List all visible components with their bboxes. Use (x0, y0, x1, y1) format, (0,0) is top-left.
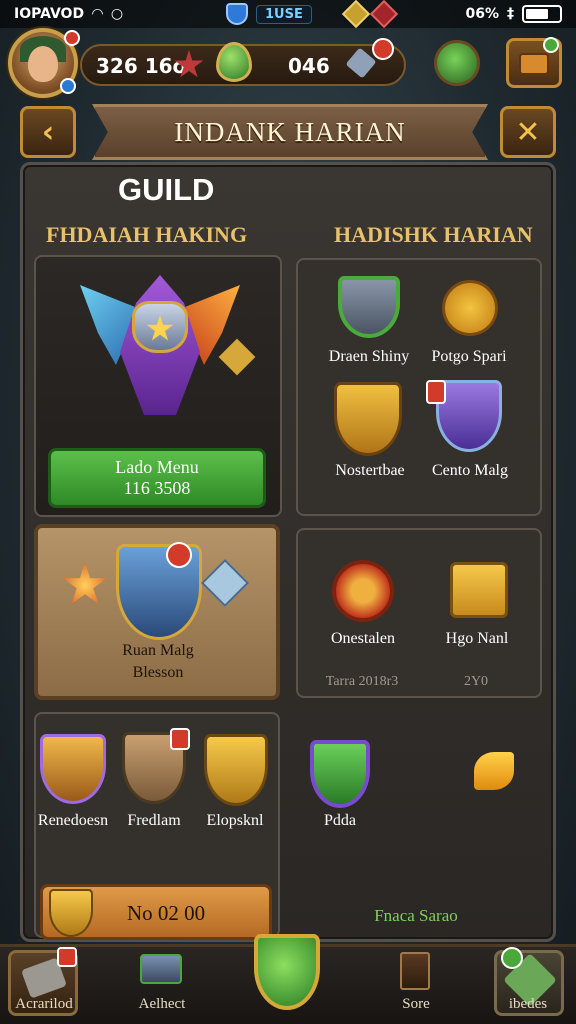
status-center-text: 1USE (256, 4, 312, 24)
gem-shop-button[interactable] (434, 40, 480, 86)
winged-crest-icon (80, 265, 240, 425)
bottom-right-footer: Fnaca Sarao (374, 906, 458, 925)
tools-badge (501, 947, 523, 969)
gold-coin-icon[interactable] (442, 280, 498, 336)
bottom-label-2: Fredlam (127, 812, 181, 829)
close-icon: ✕ (515, 114, 541, 150)
nav-label-4: Sore (402, 996, 430, 1012)
chevron-left-icon: ‹ (41, 114, 55, 150)
chest-icon (519, 53, 549, 75)
book-icon (400, 952, 430, 990)
resource-bar: 326 16o 046 (80, 38, 406, 86)
gold-piece-icon[interactable] (474, 752, 514, 790)
bottom-label-1: Renedoesn (37, 812, 109, 829)
bottom-label-3: Elopsknl (206, 812, 264, 829)
guild-label: GUILD (118, 172, 215, 207)
notification-badge (64, 30, 80, 46)
nav-label-5: ibedes (508, 996, 548, 1012)
left-section-title: FHDAIAH HAKING (46, 222, 248, 247)
page-title: INDANK HARIAN (174, 116, 406, 147)
wifi-icon: ◠ (92, 6, 103, 22)
bottom-right-label: Pdda (324, 812, 356, 829)
chest-badge (543, 37, 559, 53)
golden-chest-icon[interactable] (450, 562, 508, 618)
title-banner: INDANK HARIAN (92, 104, 488, 160)
signal-icon: ‡ (507, 6, 514, 22)
status-bar: IOPAVOD ◠ ○ 1USE 06% ‡ (0, 0, 576, 29)
reward-label-2: Potgo Spari (431, 348, 507, 365)
resource-value-secondary: 046 (288, 54, 330, 78)
right-section-title: HADISHK HARIAN (334, 222, 533, 247)
mid-footer-left: Tarra 2018r3 (325, 674, 399, 689)
green-gem-icon[interactable] (216, 42, 252, 82)
level-badge (60, 78, 76, 94)
add-resource-badge[interactable] (372, 38, 394, 60)
gold-gem-icon (341, 0, 371, 29)
reward-label-4: Cento Malg (432, 462, 508, 479)
mid-footer-right: 2Y0 (463, 674, 489, 689)
hero-badge (166, 542, 192, 568)
battery-percent: 06% (465, 6, 499, 22)
staff-badge (170, 728, 190, 750)
anvil-icon (140, 954, 182, 984)
carrier-text: IOPAVOD (14, 6, 85, 22)
chest-button[interactable] (506, 37, 562, 88)
player-avatar[interactable] (8, 28, 80, 98)
mid-label-1: Onestalen (331, 630, 395, 647)
gold-shield-icon (49, 889, 93, 937)
nav-label-2: Aelhect (138, 996, 186, 1012)
claim-button-value: 116 3508 (123, 478, 191, 498)
resource-value-primary: 326 16o (96, 54, 187, 78)
close-button[interactable]: ✕ (500, 106, 556, 158)
red-gem-icon (369, 0, 399, 29)
purchase-button-label: No 02 00 (127, 901, 206, 925)
red-emblem-icon[interactable] (332, 560, 394, 622)
purchase-button[interactable]: No 02 00 (40, 884, 272, 940)
reward-label-3: Nostertbae (335, 462, 405, 479)
new-badge (426, 380, 446, 404)
back-button[interactable]: ‹ (20, 106, 76, 158)
claim-button-label: Lado Menu (115, 457, 199, 477)
nav-badge (57, 947, 77, 967)
clock-icon: ○ (110, 6, 124, 22)
hero-name: Ruan Malg (122, 642, 194, 659)
battery-icon (522, 5, 562, 23)
mid-label-2: Hgo Nanl (445, 630, 509, 647)
shield-icon (226, 3, 248, 25)
claim-button[interactable]: Lado Menu 116 3508 (48, 448, 266, 508)
reward-label-1: Draen Shiny (328, 348, 410, 365)
hero-subtitle: Blesson (132, 664, 184, 681)
nav-label-1: Acrarilod (15, 996, 73, 1012)
